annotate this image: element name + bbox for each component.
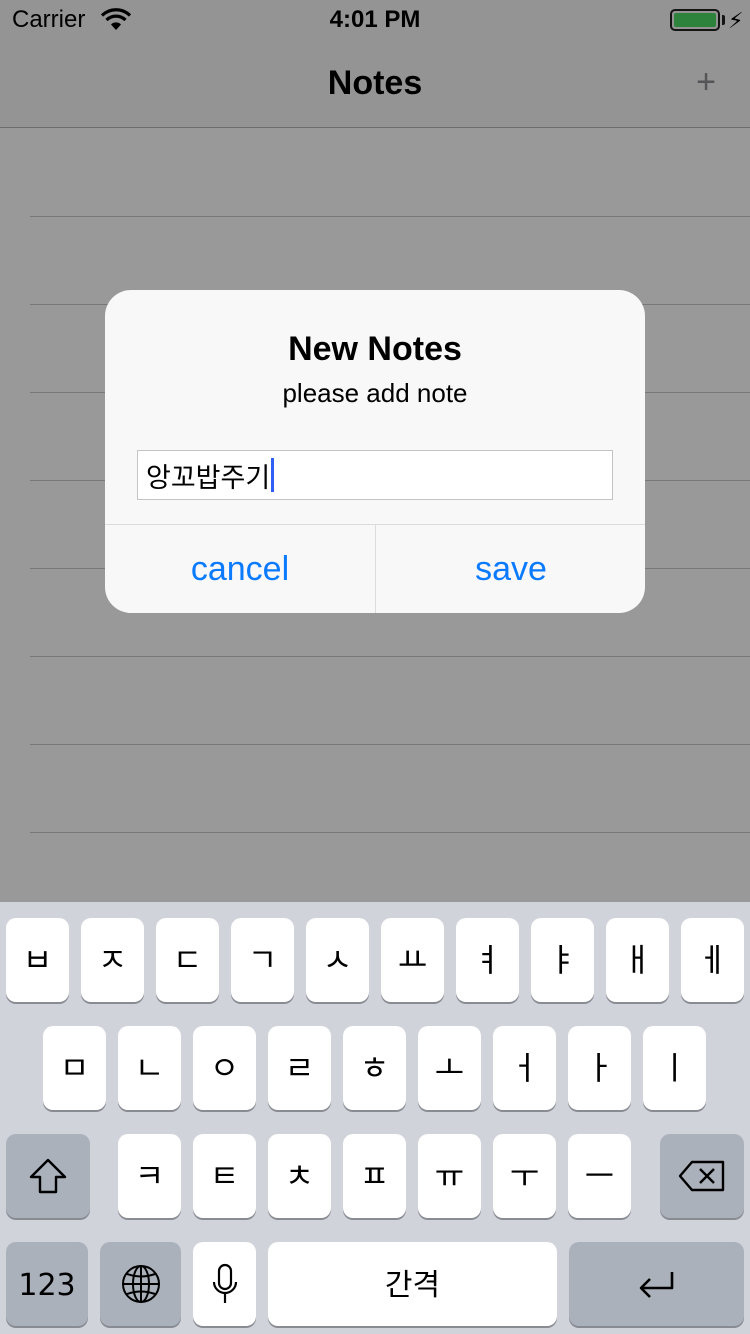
key[interactable]: ㅗ	[418, 1026, 481, 1110]
globe-key[interactable]	[100, 1242, 181, 1326]
new-note-alert: New Notes please add note 앙꼬밥주기 cancel s…	[105, 290, 645, 613]
key[interactable]: ㅏ	[568, 1026, 631, 1110]
key[interactable]: ㅂ	[6, 918, 69, 1002]
key[interactable]: ㅑ	[531, 918, 594, 1002]
alert-message: please add note	[282, 378, 468, 408]
key[interactable]: ㅛ	[381, 918, 444, 1002]
key[interactable]: ㅣ	[643, 1026, 706, 1110]
shift-icon	[29, 1158, 67, 1194]
numbers-key-label: 123	[18, 1268, 76, 1303]
backspace-icon	[678, 1160, 725, 1192]
key[interactable]: ㅎ	[343, 1026, 406, 1110]
key[interactable]: ㄴ	[118, 1026, 181, 1110]
key[interactable]: ㅍ	[343, 1134, 406, 1218]
microphone-icon	[212, 1263, 237, 1303]
space-key[interactable]: 간격	[268, 1242, 557, 1326]
key[interactable]: ㅓ	[493, 1026, 556, 1110]
key[interactable]: ㅁ	[43, 1026, 106, 1110]
shift-key[interactable]	[6, 1134, 90, 1218]
return-key[interactable]	[569, 1242, 744, 1326]
key[interactable]: ㅕ	[456, 918, 519, 1002]
save-button[interactable]: save	[376, 525, 645, 613]
space-key-label: 간격	[384, 1268, 441, 1303]
cancel-button[interactable]: cancel	[105, 525, 375, 613]
microphone-key[interactable]	[193, 1242, 256, 1326]
globe-icon	[121, 1265, 160, 1303]
key[interactable]: ㅋ	[118, 1134, 181, 1218]
text-caret	[271, 458, 275, 492]
key[interactable]: ㄱ	[231, 918, 294, 1002]
key[interactable]: ㅜ	[493, 1134, 556, 1218]
numbers-key[interactable]: 123	[6, 1242, 88, 1326]
key[interactable]: ㅡ	[568, 1134, 631, 1218]
key[interactable]: ㅐ	[606, 918, 669, 1002]
key[interactable]: ㄷ	[156, 918, 219, 1002]
key[interactable]: ㄹ	[268, 1026, 331, 1110]
key[interactable]: ㅊ	[268, 1134, 331, 1218]
note-input-value: 앙꼬밥주기	[146, 462, 271, 494]
alert-title: New Notes	[288, 330, 462, 368]
backspace-key[interactable]	[660, 1134, 744, 1218]
return-icon	[639, 1272, 673, 1298]
key[interactable]: ㅅ	[306, 918, 369, 1002]
korean-keyboard: ㅂ ㅈ ㄷ ㄱ ㅅ ㅛ ㅕ ㅑ ㅐ ㅔ ㅁ ㄴ ㅇ ㄹ ㅎ ㅗ ㅓ ㅏ ㅣ ㅋ …	[0, 902, 750, 1334]
note-input[interactable]: 앙꼬밥주기	[137, 450, 613, 500]
key[interactable]: ㅌ	[193, 1134, 256, 1218]
key[interactable]: ㅔ	[681, 918, 744, 1002]
key[interactable]: ㅇ	[193, 1026, 256, 1110]
key[interactable]: ㅈ	[81, 918, 144, 1002]
key[interactable]: ㅠ	[418, 1134, 481, 1218]
